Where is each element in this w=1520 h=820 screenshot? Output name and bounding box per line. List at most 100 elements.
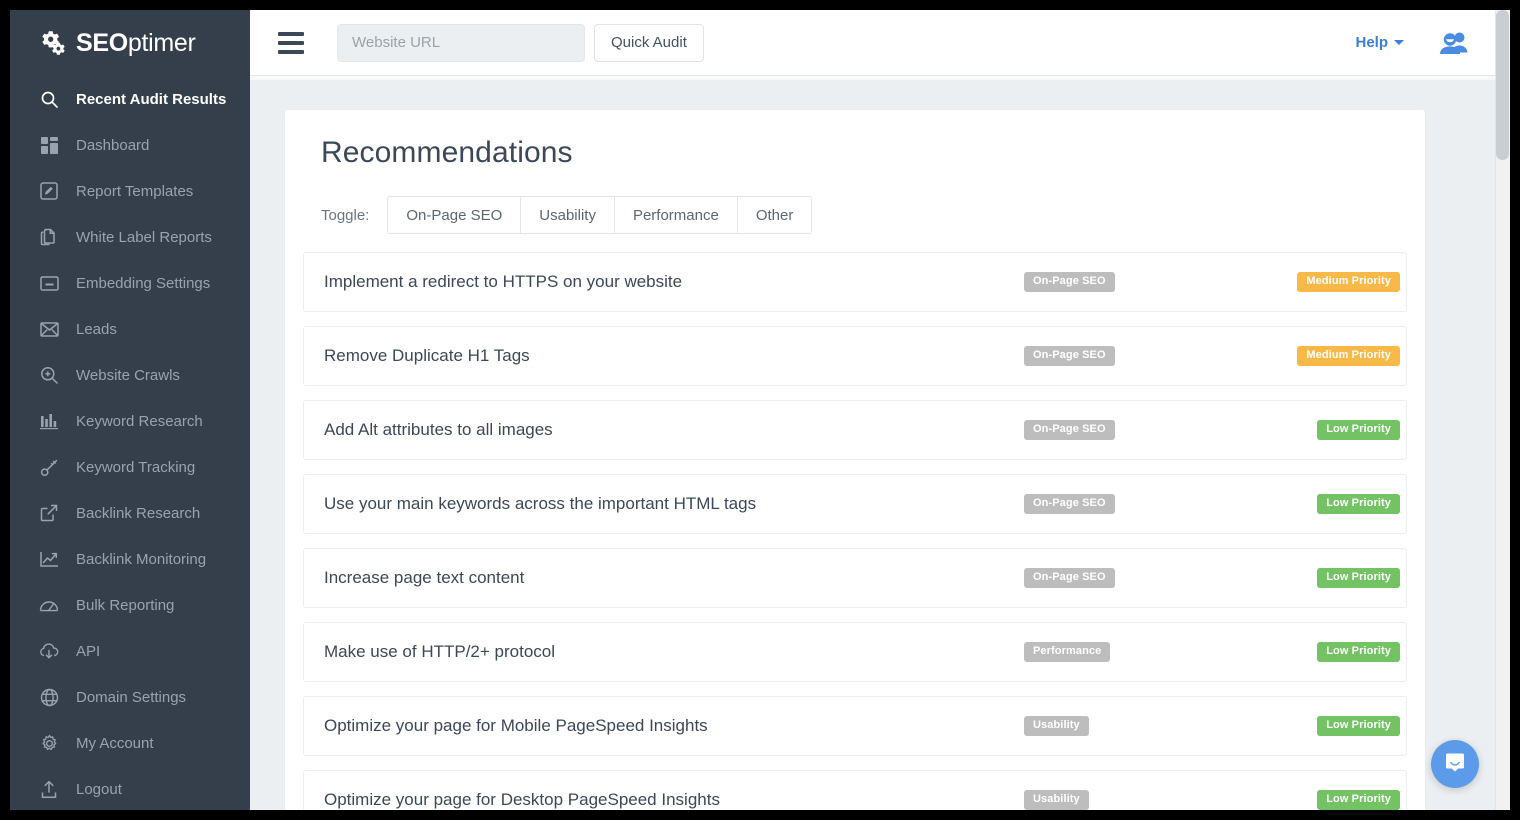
top-bar: Quick Audit Help <box>250 10 1510 76</box>
recommendation-title: Optimize your page for Mobile PageSpeed … <box>324 716 1390 736</box>
priority-badge: Medium Priority <box>1297 346 1400 366</box>
sidebar-item-label: White Label Reports <box>76 230 212 245</box>
sidebar-item-logout[interactable]: Logout <box>10 766 250 810</box>
magnifier-plus-icon <box>38 364 60 386</box>
category-badge: On-Page SEO <box>1024 494 1115 514</box>
sidebar-item-label: Backlink Monitoring <box>76 552 206 567</box>
sidebar-item-report-templates[interactable]: Report Templates <box>10 168 250 214</box>
scrollbar-thumb[interactable] <box>1496 10 1509 160</box>
help-menu[interactable]: Help <box>1355 34 1404 51</box>
sidebar-item-bulk-reporting[interactable]: Bulk Reporting <box>10 582 250 628</box>
bar-chart-icon <box>38 410 60 432</box>
intercom-chat-icon <box>1443 750 1467 779</box>
toggle-row: Toggle: On-Page SEO Usability Performanc… <box>321 196 1407 234</box>
priority-badge: Low Priority <box>1317 568 1400 588</box>
page-title: Recommendations <box>303 110 1407 170</box>
sidebar-item-label: Backlink Research <box>76 506 200 521</box>
recommendation-title: Add Alt attributes to all images <box>324 420 1390 440</box>
sidebar-item-label: My Account <box>76 736 154 751</box>
gear-icon <box>38 28 68 58</box>
sidebar-item-label: Bulk Reporting <box>76 598 174 613</box>
key-icon <box>38 456 60 478</box>
search-icon <box>38 88 60 110</box>
priority-badge: Low Priority <box>1317 642 1400 662</box>
recommendation-title: Use your main keywords across the import… <box>324 494 1390 514</box>
recommendations-list: Implement a redirect to HTTPS on your we… <box>303 252 1407 810</box>
sidebar-item-api[interactable]: API <box>10 628 250 674</box>
users-icon[interactable] <box>1438 31 1470 55</box>
sidebar-item-label: Recent Audit Results <box>76 92 226 107</box>
recommendation-row[interactable]: Make use of HTTP/2+ protocol Performance… <box>303 622 1407 682</box>
sidebar-item-backlink-research[interactable]: Backlink Research <box>10 490 250 536</box>
embed-box-icon <box>38 272 60 294</box>
sidebar-item-recent-audit-results[interactable]: Recent Audit Results <box>10 76 250 122</box>
toggle-performance[interactable]: Performance <box>614 196 737 234</box>
sidebar-item-backlink-monitoring[interactable]: Backlink Monitoring <box>10 536 250 582</box>
category-badge: On-Page SEO <box>1024 272 1115 292</box>
toggle-usability[interactable]: Usability <box>520 196 614 234</box>
sidebar-item-white-label-reports[interactable]: White Label Reports <box>10 214 250 260</box>
website-url-input[interactable] <box>337 24 585 62</box>
category-badge: Usability <box>1024 790 1089 810</box>
recommendation-row[interactable]: Implement a redirect to HTTPS on your we… <box>303 252 1407 312</box>
brand-name: SEOptimer <box>76 31 196 56</box>
sidebar-item-leads[interactable]: Leads <box>10 306 250 352</box>
recommendation-row[interactable]: Optimize your page for Mobile PageSpeed … <box>303 696 1407 756</box>
globe-icon <box>38 686 60 708</box>
sidebar-item-label: Keyword Tracking <box>76 460 195 475</box>
sidebar-item-label: Website Crawls <box>76 368 180 383</box>
sidebar-item-dashboard[interactable]: Dashboard <box>10 122 250 168</box>
recommendation-title: Make use of HTTP/2+ protocol <box>324 642 1390 662</box>
toggle-label: Toggle: <box>321 207 369 224</box>
recommendation-row[interactable]: Add Alt attributes to all images On-Page… <box>303 400 1407 460</box>
app-viewport: SEOptimer Recent Audit Results Dashboard… <box>10 10 1510 810</box>
sidebar-item-keyword-research[interactable]: Keyword Research <box>10 398 250 444</box>
sidebar-item-label: Dashboard <box>76 138 149 153</box>
caret-down-icon <box>1394 40 1404 45</box>
pencil-square-icon <box>38 180 60 202</box>
external-link-icon <box>38 502 60 524</box>
recommendation-title: Implement a redirect to HTTPS on your we… <box>324 272 1390 292</box>
recommendation-row[interactable]: Remove Duplicate H1 Tags On-Page SEO Med… <box>303 326 1407 386</box>
recommendation-title: Increase page text content <box>324 568 1390 588</box>
sidebar-item-domain-settings[interactable]: Domain Settings <box>10 674 250 720</box>
toggle-on-page-seo[interactable]: On-Page SEO <box>387 196 520 234</box>
sidebar-item-website-crawls[interactable]: Website Crawls <box>10 352 250 398</box>
page-scrollbar[interactable] <box>1495 10 1510 810</box>
sidebar-item-label: Domain Settings <box>76 690 186 705</box>
sidebar-item-keyword-tracking[interactable]: Keyword Tracking <box>10 444 250 490</box>
intercom-chat-button[interactable] <box>1431 740 1479 788</box>
category-badge: Usability <box>1024 716 1089 736</box>
hamburger-bar <box>278 50 304 54</box>
toggle-other[interactable]: Other <box>737 196 813 234</box>
brand-name-bold: SEO <box>76 29 128 57</box>
sidebar-item-embedding-settings[interactable]: Embedding Settings <box>10 260 250 306</box>
sidebar-item-my-account[interactable]: My Account <box>10 720 250 766</box>
sidebar-item-label: API <box>76 644 100 659</box>
category-badge: On-Page SEO <box>1024 420 1115 440</box>
recommendation-row[interactable]: Increase page text content On-Page SEO L… <box>303 548 1407 608</box>
priority-badge: Low Priority <box>1317 420 1400 440</box>
sidebar: SEOptimer Recent Audit Results Dashboard… <box>10 10 250 810</box>
cloud-download-icon <box>38 640 60 662</box>
sidebar-item-label: Embedding Settings <box>76 276 210 291</box>
recommendations-card: Recommendations Toggle: On-Page SEO Usab… <box>285 110 1425 810</box>
help-label: Help <box>1355 34 1388 51</box>
recommendation-row[interactable]: Use your main keywords across the import… <box>303 474 1407 534</box>
hamburger-bar <box>278 32 304 36</box>
toggle-button-group: On-Page SEO Usability Performance Other <box>387 196 812 234</box>
category-badge: On-Page SEO <box>1024 346 1115 366</box>
dashboard-grid-icon <box>38 134 60 156</box>
hamburger-bar <box>278 41 304 45</box>
hamburger-icon[interactable] <box>278 32 304 54</box>
brand-logo[interactable]: SEOptimer <box>10 10 250 76</box>
recommendation-row[interactable]: Optimize your page for Desktop PageSpeed… <box>303 770 1407 810</box>
brand-name-thin: ptimer <box>128 29 196 57</box>
line-chart-icon <box>38 548 60 570</box>
gear-settings-icon <box>38 732 60 754</box>
priority-badge: Low Priority <box>1317 716 1400 736</box>
sidebar-item-label: Keyword Research <box>76 414 203 429</box>
copy-documents-icon <box>38 226 60 248</box>
category-badge: Performance <box>1024 642 1110 662</box>
quick-audit-button[interactable]: Quick Audit <box>594 24 704 62</box>
